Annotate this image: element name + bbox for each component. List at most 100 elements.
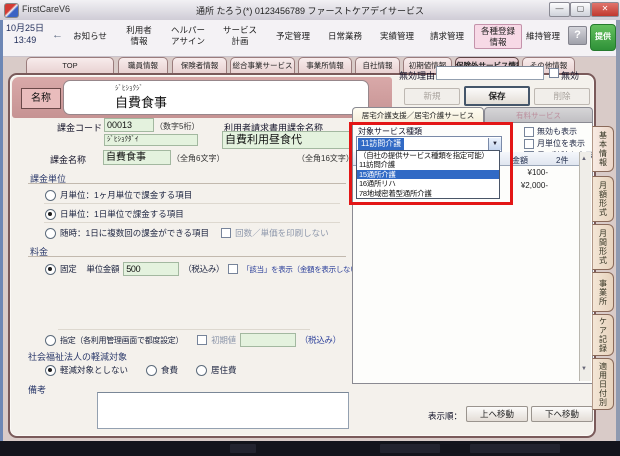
scroll-up-icon[interactable]: ▲ — [581, 156, 587, 162]
provide-button[interactable]: 提供 — [590, 24, 616, 51]
target-service-dropdown: （自社の提供サービス種類を指定可能） 11訪問介護 15通所介護 16通所リハ … — [356, 150, 500, 199]
scroll-down-icon[interactable]: ▼ — [581, 366, 587, 372]
minimize-button[interactable]: — — [549, 2, 570, 17]
filter-show-invalid[interactable]: 無効も表示 — [524, 126, 577, 137]
code-note: （数字5桁） — [155, 121, 199, 132]
unit-anytime-option[interactable]: 随時：1日に複数回の課金ができる項目 回数／単価を印刷しない — [45, 227, 329, 239]
row-separator — [44, 203, 340, 204]
welfare-none-radio[interactable] — [45, 365, 56, 376]
charge-name-input[interactable]: 自費食事 — [103, 150, 171, 165]
remarks-textarea[interactable] — [97, 392, 349, 429]
dropdown-item-highlighted[interactable]: 15通所介護 — [357, 170, 499, 179]
initial-value-checkbox[interactable] — [197, 335, 207, 345]
dropdown-item[interactable]: （自社の提供サービス種類を指定可能） — [357, 151, 499, 160]
billing-furigana-input[interactable]: ｼﾞﾋｼｮｸﾀﾞｲ — [104, 134, 198, 146]
side-tab-care-kiroku[interactable]: ケア記録 — [592, 314, 614, 356]
toolbar-item-nichijou-gyoumu[interactable]: 日常業務 — [324, 31, 366, 42]
window-title: 通所 たろう(*) 0123456789 ファーストケアデイサービス — [0, 4, 620, 17]
unit-anytime-radio[interactable] — [45, 228, 56, 239]
fee-fixed-label: 固定 — [60, 263, 76, 275]
remarks-label: 備考 — [28, 383, 46, 396]
billing-name-note: （全角16文字） — [297, 153, 354, 164]
toolbar-item-iji-kanri[interactable]: 維持管理 — [522, 31, 564, 42]
tab-sougou-jigyou[interactable]: 総合事業サービス — [230, 57, 295, 73]
back-arrow-icon[interactable]: ← — [52, 29, 63, 41]
toolbar-item-oshirase[interactable]: お知らせ — [68, 31, 112, 42]
toolbar-datetime: 10月25日 13:49 — [6, 23, 44, 46]
toolbar-item-riyousha-jouhou[interactable]: 利用者 情報 — [118, 25, 160, 46]
list-amount-header: 金額 — [512, 155, 528, 166]
tab-jisha[interactable]: 自社情報 — [355, 57, 400, 73]
move-up-button[interactable]: 上へ移動 — [466, 406, 528, 422]
unit-monthly-radio[interactable] — [45, 190, 56, 201]
initial-value-label: 初期値 — [211, 334, 236, 346]
save-button[interactable]: 保存 — [464, 86, 530, 106]
tab-shokuin[interactable]: 職員情報 — [118, 57, 168, 73]
welfare-options: 軽減対象としない 食費 居住費 — [45, 364, 237, 376]
service-name-field[interactable] — [63, 80, 369, 115]
show-monthly-checkbox[interactable] — [524, 139, 534, 149]
side-tab-gekkan-keishiki[interactable]: 月間形式 — [592, 224, 614, 270]
invalid-reason-input[interactable] — [436, 66, 544, 80]
dropdown-item[interactable]: 16通所リハ — [357, 179, 499, 188]
taskbar-item[interactable] — [230, 444, 256, 453]
window-right-border — [616, 20, 620, 441]
dropdown-item[interactable]: 11訪問介護 — [357, 160, 499, 169]
unit-daily-radio[interactable] — [45, 209, 56, 220]
unit-monthly-option[interactable]: 月単位：1ヶ月単位で課金する項目 — [45, 189, 192, 201]
no-print-checkbox[interactable] — [221, 228, 231, 238]
unit-daily-label: 日単位：1日単位で課金する項目 — [60, 208, 184, 220]
app-window: FirstCareV6 通所 たろう(*) 0123456789 ファーストケア… — [0, 0, 620, 456]
unit-section-rule — [28, 183, 346, 184]
new-button[interactable]: 新規 — [404, 88, 460, 105]
tax-note: （税込み） — [183, 263, 224, 275]
name-label: 名称 — [21, 88, 61, 109]
code-label: 課金コード — [57, 121, 102, 134]
fee-fixed-option[interactable]: 固定 単位金額 500 （税込み） 「該当」を表示（金額を表示しない） — [45, 262, 365, 276]
toolbar-item-service-keikaku[interactable]: サービス 計画 — [218, 25, 262, 46]
show-applicable-checkbox[interactable] — [228, 264, 238, 274]
no-print-label: 回数／単価を印刷しない — [235, 227, 329, 239]
welfare-food-label: 食費 — [161, 364, 178, 376]
initial-value-input[interactable] — [240, 333, 296, 347]
billing-name-input[interactable]: 自費利用昼食代 — [222, 131, 354, 149]
unit-daily-option[interactable]: 日単位：1日単位で課金する項目 — [45, 208, 184, 220]
tab-jigyousho[interactable]: 事業所情報 — [298, 57, 352, 73]
row-separator — [58, 329, 310, 330]
fee-specify-radio[interactable] — [45, 335, 56, 346]
move-down-button[interactable]: 下へ移動 — [531, 406, 593, 422]
help-icon[interactable]: ? — [568, 26, 587, 45]
maximize-button[interactable]: ▢ — [570, 2, 591, 17]
welfare-food-radio[interactable] — [146, 365, 157, 376]
charge-name-label: 課金名称 — [50, 153, 86, 166]
fee-fixed-radio[interactable] — [45, 264, 56, 275]
chevron-down-icon[interactable]: ▼ — [488, 138, 501, 150]
toolbar-item-kakushu-touroku[interactable]: 各種登録 情報 — [474, 24, 522, 49]
show-monthly-label: 月単位を表示 — [537, 138, 585, 149]
tab-hokensha[interactable]: 保険者情報 — [172, 57, 227, 73]
code-input[interactable]: 00013 — [104, 118, 154, 132]
invalid-checkbox[interactable] — [549, 68, 559, 78]
side-tab-kihon-jouhou[interactable]: 基本情報 — [592, 126, 614, 172]
taskbar-item[interactable] — [470, 444, 560, 453]
toolbar-item-yotei-kanri[interactable]: 予定管理 — [272, 31, 314, 42]
service-name-value: 自費食事 — [115, 92, 167, 111]
toolbar-item-helper-assign[interactable]: ヘルパー アサイン — [164, 25, 212, 46]
toolbar-item-jisseki-kanri[interactable]: 実績管理 — [376, 31, 418, 42]
filter-show-monthly[interactable]: 月単位を表示 — [524, 138, 585, 149]
welfare-residence-radio[interactable] — [196, 365, 207, 376]
tab-top[interactable]: TOP — [26, 57, 114, 73]
list-count-badge: 2件 — [556, 155, 568, 166]
taskbar-item[interactable] — [380, 444, 440, 453]
delete-button[interactable]: 削除 — [534, 88, 590, 105]
toolbar-item-seikyuu-kanri[interactable]: 請求管理 — [426, 31, 468, 42]
side-tab-tekiyou-hizuke[interactable]: 適用日付別 — [592, 358, 614, 410]
side-tab-jigyousho[interactable]: 事業所 — [592, 272, 614, 312]
fee-specify-option[interactable]: 指定（各利用管理画面で都度設定） 初期値 （税込み） — [45, 333, 341, 347]
side-tab-getsugaku-keishiki[interactable]: 月額形式 — [592, 176, 614, 222]
show-invalid-checkbox[interactable] — [524, 127, 534, 137]
close-button[interactable]: ✕ — [591, 2, 619, 17]
dropdown-item[interactable]: 78地域密着型通所介護 — [357, 189, 499, 198]
list-scrollbar[interactable] — [579, 152, 591, 381]
unit-amount-input[interactable]: 500 — [123, 262, 179, 276]
